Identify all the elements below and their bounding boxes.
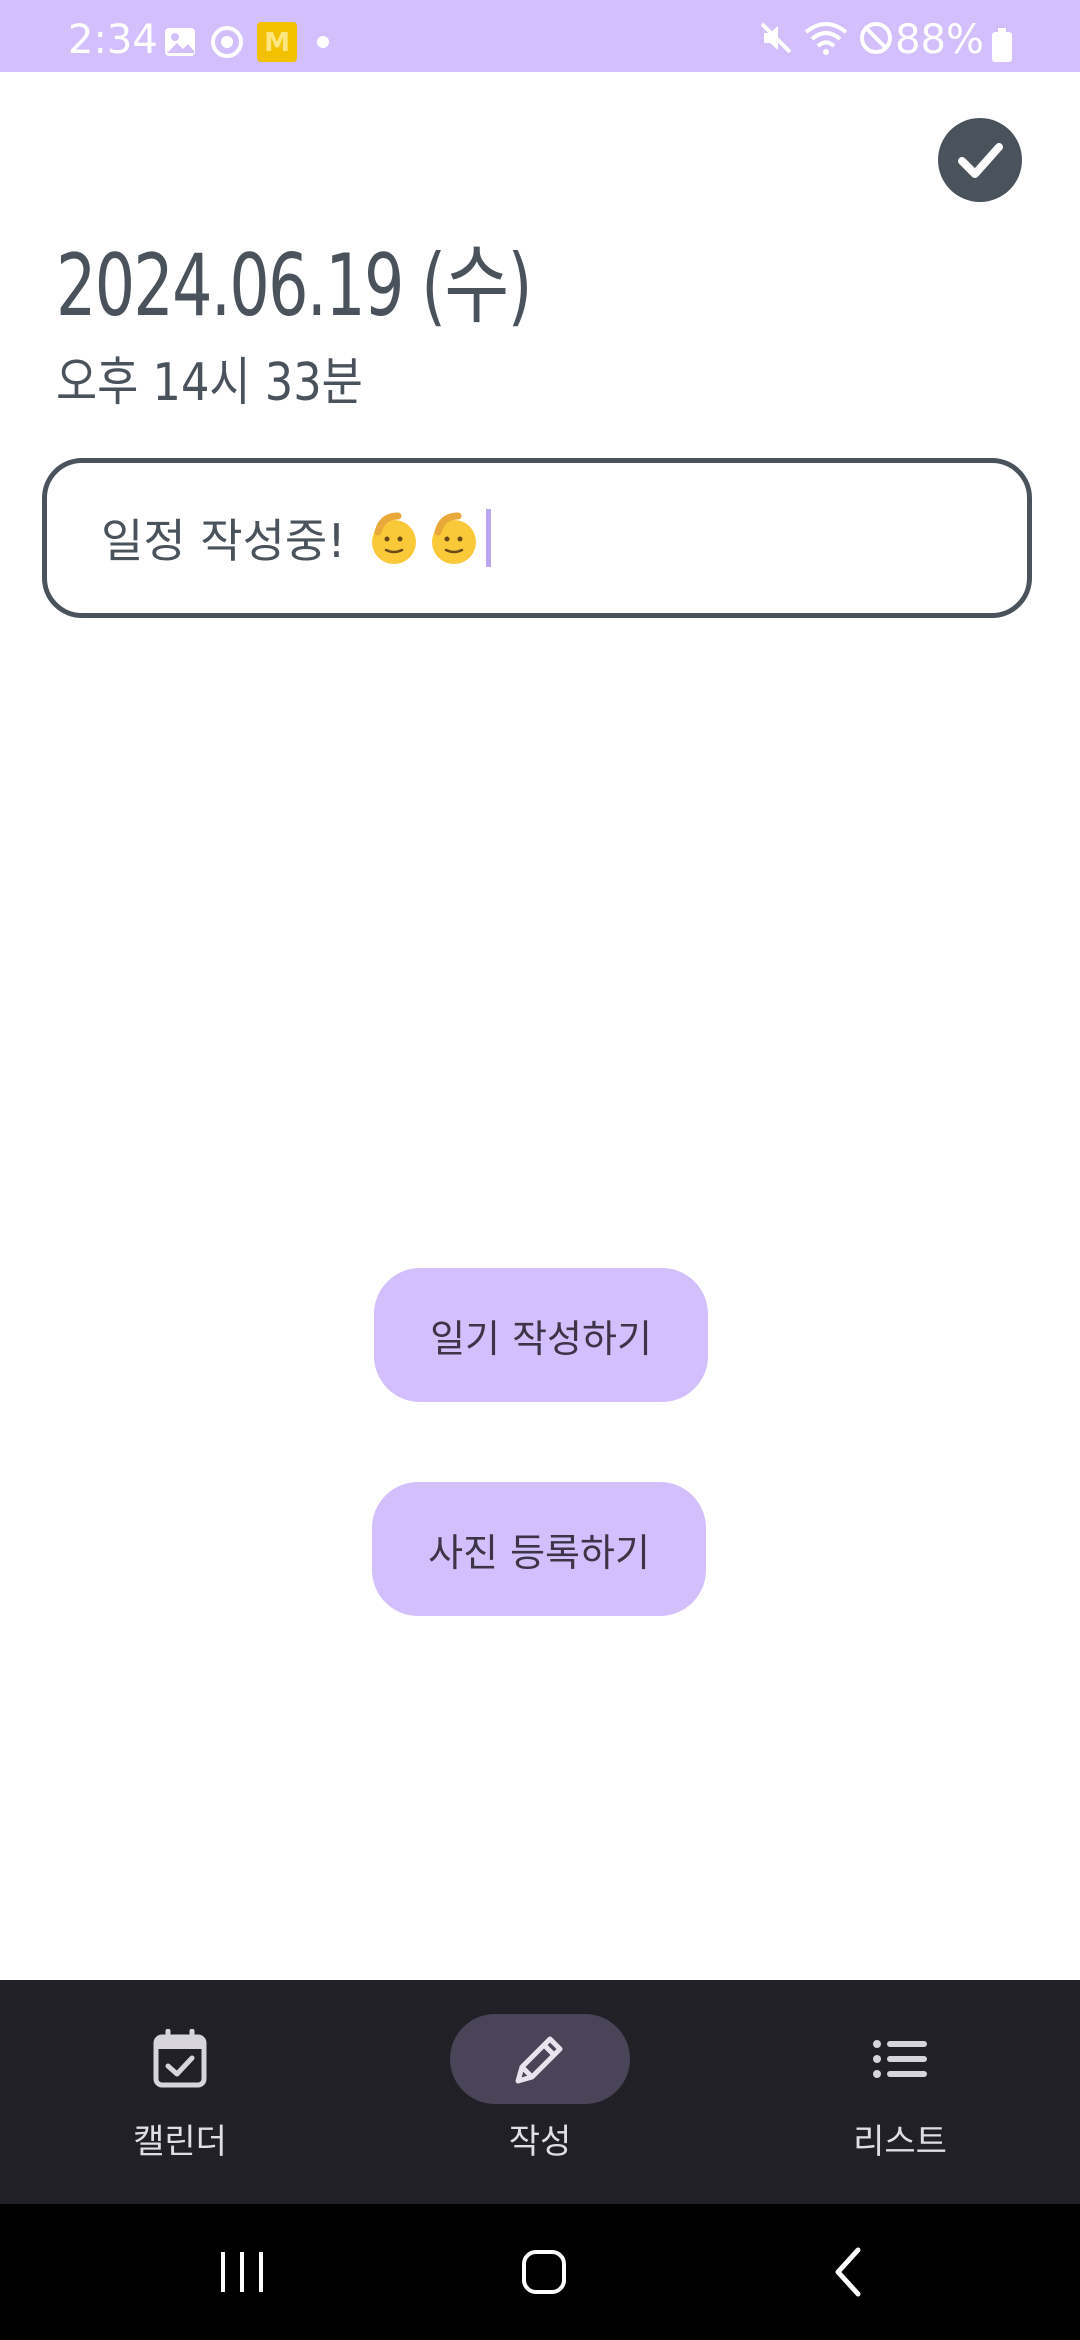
status-bar: 2:34 M 88%: [0, 0, 1080, 72]
nav-label-list: 리스트: [853, 2122, 947, 2162]
schedule-input-text: 일정 작성중!: [101, 514, 346, 568]
saluting-face-emoji-icon: [371, 512, 416, 564]
status-right-icons: [758, 20, 894, 56]
status-left-icons: M: [163, 22, 337, 62]
sync-icon: [211, 26, 243, 58]
nav-item-write[interactable]: 작성: [360, 1980, 720, 2204]
status-time: 2:34: [68, 17, 158, 63]
wifi-icon: [804, 22, 848, 55]
nav-label-calendar: 캘린더: [133, 2122, 227, 2162]
nav-item-calendar[interactable]: 캘린더: [0, 1980, 360, 2204]
gallery-icon: [165, 28, 195, 56]
list-icon: [873, 2040, 927, 2078]
register-photo-button[interactable]: 사진 등록하기: [372, 1482, 706, 1616]
battery-icon: [992, 28, 1012, 62]
calendar-check-icon: [153, 2029, 207, 2088]
dot-icon: [317, 36, 329, 48]
date-title: 2024.06.19 (수): [56, 236, 532, 336]
write-screen: 2:34 M 88% 2024.06.19 (수) 오후 14시 33분 일정 …: [0, 0, 1080, 2340]
write-diary-button[interactable]: 일기 작성하기: [374, 1268, 708, 1402]
pencil-icon: [515, 2036, 563, 2084]
bottom-navigation: 캘린더 작성 리스트: [0, 1980, 1080, 2204]
home-icon: [522, 2250, 566, 2294]
system-navigation-bar: [0, 2204, 1080, 2340]
time-subtitle: 오후 14시 33분: [56, 353, 363, 413]
mute-icon: [760, 22, 792, 54]
nav-active-pill: [450, 2014, 630, 2104]
m-badge-icon: M: [257, 22, 297, 62]
nav-label-write: 작성: [508, 2122, 572, 2162]
recent-apps-icon: [221, 2252, 263, 2292]
check-icon: [958, 143, 1003, 178]
text-caret: [485, 509, 491, 567]
svg-text:M: M: [264, 28, 290, 58]
home-button[interactable]: [514, 2242, 574, 2302]
saluting-face-emoji-icon: [431, 512, 476, 564]
back-button[interactable]: [818, 2242, 878, 2302]
nav-icon-container: [810, 2014, 990, 2104]
back-icon: [835, 2247, 861, 2297]
nav-icon-container: [90, 2014, 270, 2104]
nav-item-list[interactable]: 리스트: [720, 1980, 1080, 2204]
confirm-button[interactable]: [938, 118, 1022, 202]
battery-percentage: 88%: [895, 17, 984, 63]
recent-apps-button[interactable]: [212, 2242, 272, 2302]
schedule-input[interactable]: 일정 작성중!: [42, 458, 1032, 618]
do-not-disturb-icon: [860, 22, 892, 54]
